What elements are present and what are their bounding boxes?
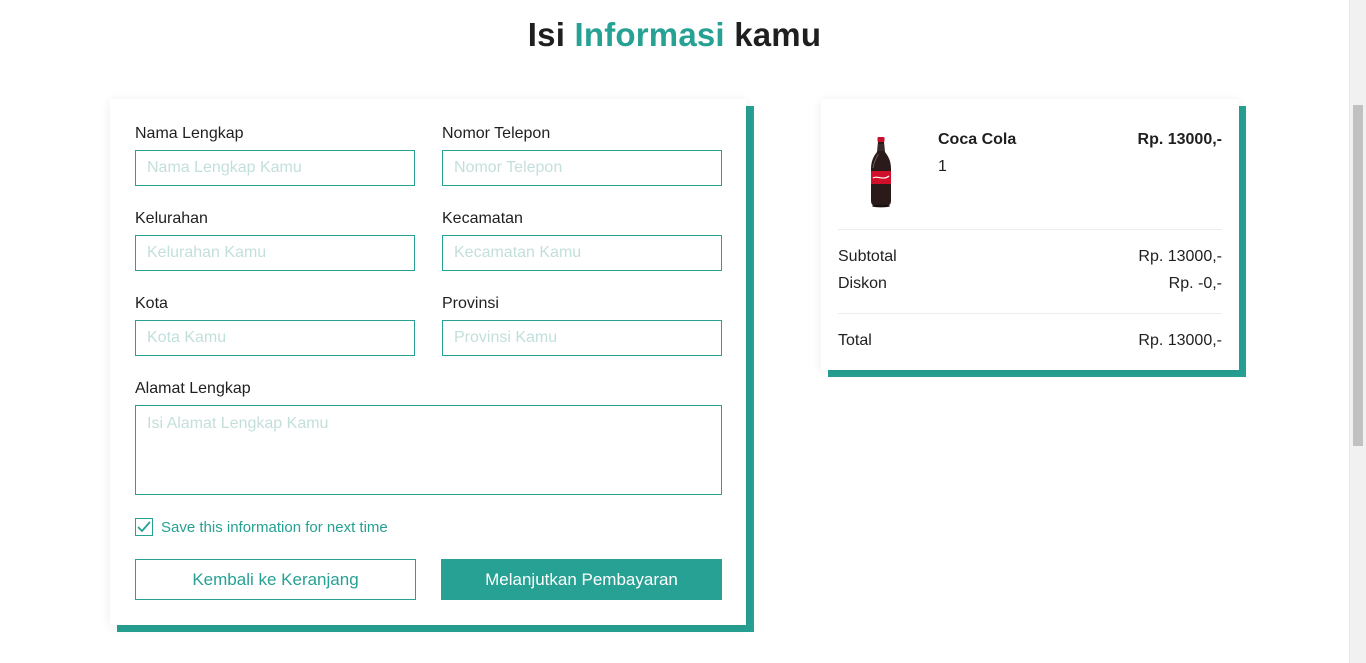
continue-payment-button[interactable]: Melanjutkan Pembayaran	[441, 559, 722, 600]
province-label: Provinsi	[442, 295, 499, 312]
total-value: Rp. 13000,-	[1138, 332, 1222, 349]
summary-divider	[838, 313, 1222, 314]
full-name-input[interactable]	[135, 150, 415, 186]
page-title-part2: kamu	[734, 16, 822, 53]
save-info-row[interactable]: Save this information for next time	[135, 518, 388, 536]
coca-cola-bottle-image	[871, 137, 891, 208]
product-quantity: 1	[938, 158, 947, 175]
address-textarea[interactable]	[135, 405, 722, 495]
product-name: Coca Cola	[938, 131, 1017, 148]
total-label: Total	[838, 332, 872, 349]
checkout-page: Isi Informasi kamu Nama Lengkap Nomor Te…	[0, 0, 1366, 663]
kelurahan-label: Kelurahan	[135, 210, 208, 227]
page-title: Isi Informasi kamu	[0, 16, 1349, 54]
page-title-part1: Isi	[527, 16, 566, 53]
shipping-form-card: Nama Lengkap Nomor Telepon Kelurahan Kec…	[110, 99, 746, 625]
save-info-label: Save this information for next time	[161, 518, 388, 536]
order-summary-card: Coca Cola 1 Rp. 13000,- Subtotal Rp. 130…	[821, 99, 1239, 370]
full-name-label: Nama Lengkap	[135, 125, 244, 142]
city-label: Kota	[135, 295, 168, 312]
summary-divider	[838, 229, 1222, 230]
scrollbar-thumb[interactable]	[1353, 105, 1363, 446]
phone-input[interactable]	[442, 150, 722, 186]
page-title-accent: Informasi	[574, 16, 725, 53]
discount-value: Rp. -0,-	[1168, 275, 1222, 292]
phone-label: Nomor Telepon	[442, 125, 551, 142]
vertical-scrollbar[interactable]	[1349, 0, 1366, 663]
discount-label: Diskon	[838, 275, 887, 292]
checkmark-icon	[137, 521, 151, 532]
address-label: Alamat Lengkap	[135, 380, 251, 397]
kecamatan-input[interactable]	[442, 235, 722, 271]
subtotal-label: Subtotal	[838, 248, 897, 265]
back-to-cart-button[interactable]: Kembali ke Keranjang	[135, 559, 416, 600]
save-info-checkbox[interactable]	[135, 518, 153, 536]
kelurahan-input[interactable]	[135, 235, 415, 271]
kecamatan-label: Kecamatan	[442, 210, 523, 227]
product-price: Rp. 13000,-	[1137, 131, 1222, 148]
subtotal-value: Rp. 13000,-	[1138, 248, 1222, 265]
province-input[interactable]	[442, 320, 722, 356]
city-input[interactable]	[135, 320, 415, 356]
